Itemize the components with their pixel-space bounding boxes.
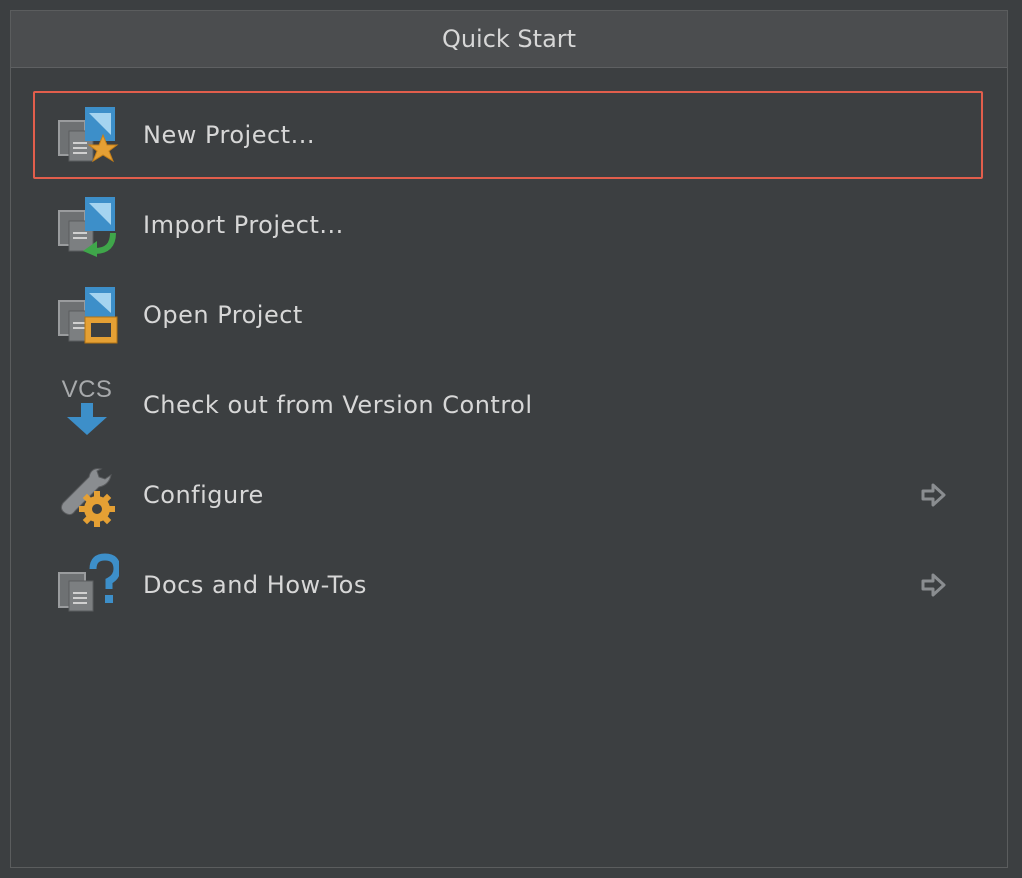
import-project-icon <box>55 193 119 257</box>
panel-header: Quick Start <box>11 11 1007 68</box>
panel-title: Quick Start <box>441 25 577 53</box>
vcs-checkout-label: Check out from Version Control <box>143 391 533 419</box>
quick-start-list: New Project... Import Project... Open Pr… <box>33 91 983 631</box>
configure-icon <box>55 463 119 527</box>
new-project-icon <box>55 103 119 167</box>
configure-item[interactable]: Configure <box>33 451 983 539</box>
svg-text:VCS: VCS <box>62 376 113 403</box>
open-project-label: Open Project <box>143 301 303 329</box>
docs-item[interactable]: Docs and How-Tos <box>33 541 983 629</box>
open-project-item[interactable]: Open Project <box>33 271 983 359</box>
new-project-label: New Project... <box>143 121 315 149</box>
docs-arrow-icon[interactable] <box>919 571 947 599</box>
configure-label: Configure <box>143 481 264 509</box>
import-project-item[interactable]: Import Project... <box>33 181 983 269</box>
configure-arrow-icon[interactable] <box>919 481 947 509</box>
docs-label: Docs and How-Tos <box>143 571 367 599</box>
vcs-checkout-item[interactable]: VCS Check out from Version Control <box>33 361 983 449</box>
docs-icon <box>55 553 119 617</box>
open-project-icon <box>55 283 119 347</box>
new-project-item[interactable]: New Project... <box>33 91 983 179</box>
import-project-label: Import Project... <box>143 211 344 239</box>
vcs-checkout-icon: VCS <box>55 373 119 437</box>
quick-start-panel: Quick Start New Project... Import Projec… <box>10 10 1008 868</box>
